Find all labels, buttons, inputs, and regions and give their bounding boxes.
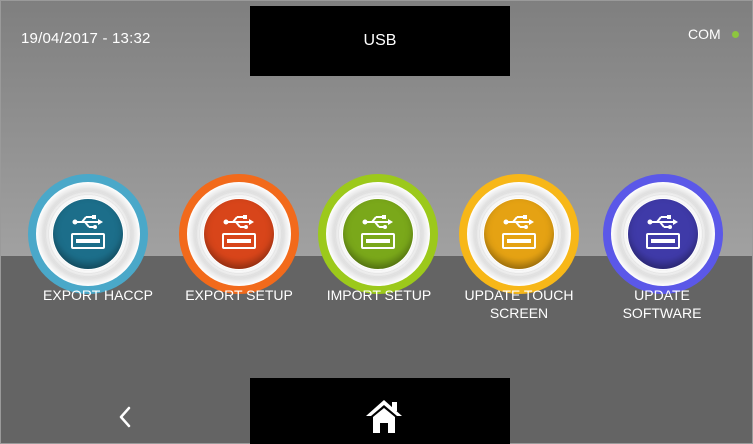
com-label: COM xyxy=(688,26,721,42)
usb-icon xyxy=(646,215,680,249)
back-button[interactable] xyxy=(113,402,137,432)
com-status-dot-icon xyxy=(731,30,739,38)
home-icon xyxy=(366,400,402,433)
update-touch-screen-button[interactable] xyxy=(459,174,579,294)
update-touch-screen-label: UPDATE TOUCH SCREEN xyxy=(464,287,574,321)
chevron-left-icon xyxy=(119,406,131,428)
update-software-label: UPDATE SOFTWARE xyxy=(622,287,702,321)
export-setup-button[interactable] xyxy=(179,174,299,294)
export-haccp-button[interactable] xyxy=(28,174,148,294)
com-status: COM xyxy=(688,26,739,42)
usb-icon xyxy=(502,215,536,249)
datetime-display: 19/04/2017 - 13:32 xyxy=(21,30,151,47)
import-setup-button[interactable] xyxy=(318,174,438,294)
usb-icon xyxy=(222,215,256,249)
home-button[interactable] xyxy=(364,396,404,436)
usb-icon xyxy=(71,215,105,249)
export-haccp-label: EXPORT HACCP xyxy=(43,287,153,303)
export-setup-label: EXPORT SETUP xyxy=(185,287,293,303)
page-title: USB xyxy=(250,6,510,76)
update-software-button[interactable] xyxy=(603,174,723,294)
import-setup-label: IMPORT SETUP xyxy=(326,287,432,303)
page-title-text: USB xyxy=(363,32,397,49)
usb-icon xyxy=(361,215,395,249)
